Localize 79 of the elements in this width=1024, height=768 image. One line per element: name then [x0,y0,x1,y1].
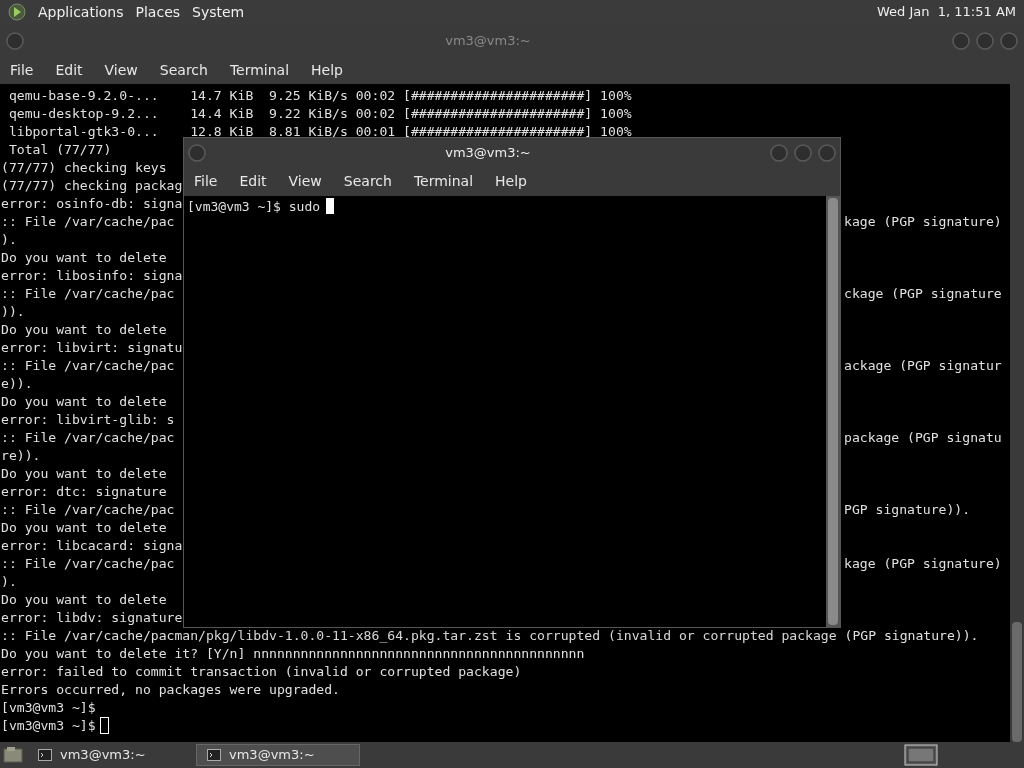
terminal-line: error: libcacard: signa [1,537,183,555]
terminal-line: kage (PGP signature) [844,213,1002,231]
panel-menu[interactable]: Places [135,1,181,23]
menu-item[interactable]: View [104,60,138,81]
terminal-line: error: libdv: signature [1,609,183,627]
terminal-line: )). [1,303,25,321]
clock[interactable]: Wed Jan 1, 11:51 AM [876,2,1016,22]
panel-menu[interactable]: Applications [38,1,124,23]
workspace-icon[interactable] [904,744,938,766]
window-title: vm3@vm3:~ [444,31,532,50]
terminal-line: :: File /var/cache/pac [1,214,175,229]
terminal-line: Do you want to delete [1,249,167,267]
terminal-line: (77/77) checking packag [1,177,183,195]
terminal-icon [207,749,221,761]
terminal-line: :: File /var/cache/pacman/pkg/libdv-1.0.0-11-x86_64.pkg.tar.zst is corrupted (invalid or corrupted package (PGP signature)). [1,627,979,645]
terminal-line: e)). [1,375,33,393]
terminal-line: PGP signature)). [844,501,971,519]
terminal-line: Total (77/77) [7,141,112,159]
terminal-line: qemu-desktop-9.2... 14.4 KiB 9.22 KiB/s 00:02 [######################] 100% [7,105,632,123]
terminal-line: Errors occurred, no packages were upgraded. [1,681,340,699]
terminal-line: Do you want to delete it? [Y/n] nnnnnnnnnnnnnnnnnnnnnnnnnnnnnnnnnnnnnnnnnn [1,645,585,663]
window-menu-icon[interactable] [6,31,24,50]
menu-item[interactable]: File [10,60,34,81]
scrollbar[interactable] [1010,84,1024,742]
app-menu-icon[interactable] [8,3,26,21]
terminal-line: ). [1,573,17,591]
terminal-line: :: File /var/cache/pac [1,430,175,445]
terminal-line: ckage (PGP signature [844,285,1002,303]
terminal-line: Do you want to delete [1,591,167,609]
terminal-line: [vm3@vm3 ~]$ [1,717,96,735]
menu-item[interactable]: Edit [239,171,267,192]
terminal-line: qemu-base-9.2.0-... 14.7 KiB 9.25 KiB/s 00:02 [######################] 100% [7,87,632,105]
terminal-line: Do you want to delete [1,465,167,483]
menu-item[interactable]: Search [343,171,392,192]
terminal-icon [38,749,52,761]
panel-menu[interactable]: System [192,1,245,23]
terminal-line: :: File /var/cache/pac [1,286,175,301]
terminal-line: Do you want to delete [1,321,167,339]
close-icon[interactable] [818,143,836,162]
terminal-line: :: File /var/cache/pac [1,556,175,571]
terminal-line: kage (PGP signature) [844,555,1002,573]
menu-item[interactable]: Terminal [413,171,474,192]
terminal-line: [vm3@vm3 ~]$ sudo [187,198,321,215]
terminal-line: :: File /var/cache/pac [1,502,175,517]
menu-item[interactable]: Help [495,171,527,192]
terminal-line: [vm3@vm3 ~]$ [1,699,96,717]
show-desktop-icon[interactable] [2,745,24,765]
terminal-line: libportal-gtk3-0... 12.8 KiB 8.81 KiB/s 00:01 [######################] 100% [7,123,632,141]
terminal-line: Do you want to delete [1,393,167,411]
terminal-line: Do you want to delete [1,519,167,537]
terminal-line: ackage (PGP signatur [844,357,1002,375]
taskbar-button[interactable]: vm3@vm3:~ [196,744,360,766]
terminal-line: (77/77) checking keys [1,159,167,177]
maximize-icon[interactable] [976,31,994,50]
close-icon[interactable] [1000,31,1018,50]
terminal-line: error: libosinfo: signa [1,267,183,285]
terminal-line: re)). [1,447,41,465]
terminal-line: package (PGP signatu [844,429,1002,447]
terminal-line: ). [1,231,17,249]
text-cursor [99,717,109,734]
menu-item[interactable]: Terminal [229,60,290,81]
window-title: vm3@vm3:~ [444,143,532,162]
maximize-icon[interactable] [794,143,812,162]
menu-item[interactable]: Edit [55,60,83,81]
window-menu-icon[interactable] [188,143,206,162]
scrollbar[interactable] [826,196,840,627]
text-cursor [326,198,335,214]
terminal-line: error: libvirt: signatu [1,339,183,357]
menu-item[interactable]: Search [159,60,208,81]
menu-item[interactable]: Help [311,60,343,81]
terminal-line: error: failed to commit transaction (invalid or corrupted package) [1,663,522,681]
menu-item[interactable]: View [288,171,322,192]
menu-item[interactable]: File [194,171,218,192]
terminal-line: :: File /var/cache/pac [1,358,175,373]
terminal-line: error: libvirt-glib: s [1,411,175,429]
terminal-line: error: dtc: signature [1,483,167,501]
minimize-icon[interactable] [952,31,970,50]
minimize-icon[interactable] [770,143,788,162]
terminal-line: error: osinfo-db: signa [1,195,183,213]
